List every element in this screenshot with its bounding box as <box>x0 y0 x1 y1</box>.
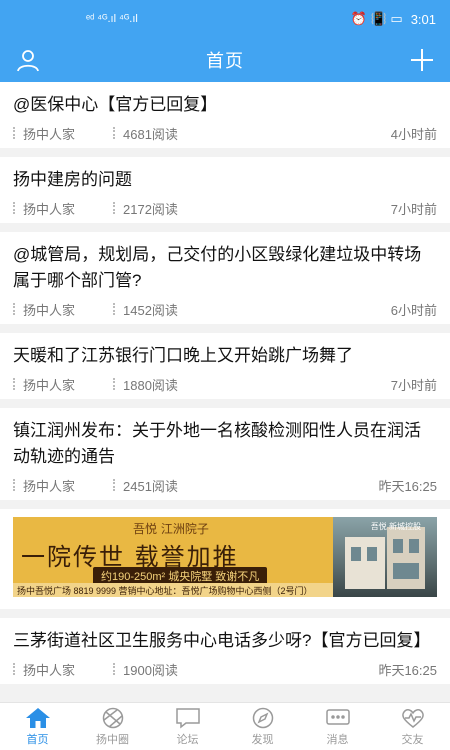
tab-label: 扬中圈 <box>96 733 129 746</box>
tab-yangzhong-circle[interactable]: 扬中圈 <box>75 703 150 750</box>
tab-forum[interactable]: 论坛 <box>150 703 225 750</box>
user-icon[interactable] <box>14 46 42 74</box>
window <box>393 539 403 553</box>
tab-messages[interactable]: 消息 <box>300 703 375 750</box>
post-source: 扬中人家 <box>23 377 76 393</box>
divider <box>113 479 115 491</box>
message-icon <box>325 708 350 725</box>
tab-friends[interactable]: 交友 <box>375 703 450 750</box>
top-bar: ᵉᵈ ⁴ᴳ.ıl ⁴ᴳ.ıl ⏰ 📳 ▭ 3:01 首页 <box>0 0 450 82</box>
post-reads: 1880阅读 <box>123 377 178 393</box>
compass-icon <box>252 707 273 728</box>
post-item[interactable]: 三茅街道社区卫生服务中心电话多少呀?【官方已回复】 扬中人家 1900阅读 昨天… <box>0 618 450 684</box>
nav-bar: 首页 <box>0 38 450 82</box>
window <box>409 539 419 553</box>
post-source: 扬中人家 <box>23 201 76 217</box>
page-title: 首页 <box>206 51 244 71</box>
tab-label: 发现 <box>251 733 274 746</box>
plus-icon[interactable] <box>408 46 436 74</box>
divider <box>13 127 15 139</box>
divider <box>13 378 15 390</box>
divider <box>113 127 115 139</box>
post-source: 扬中人家 <box>23 126 76 142</box>
post-title[interactable]: 天暖和了江苏银行门口晚上又开始跳广场舞了 <box>13 343 437 369</box>
circle-icon <box>102 707 123 728</box>
post-meta: 扬中人家 1452阅读 6小时前 <box>13 294 437 324</box>
divider <box>13 663 15 675</box>
window <box>351 547 361 561</box>
building-block <box>345 537 385 589</box>
divider <box>113 303 115 315</box>
post-title[interactable]: 三茅街道社区卫生服务中心电话多少呀?【官方已回复】 <box>13 628 437 654</box>
divider <box>113 663 115 675</box>
home-icon <box>25 707 50 728</box>
post-feed: @医保中心【官方已回复】 扬中人家 4681阅读 4小时前 扬中建房的问题 扬中… <box>0 82 450 702</box>
post-time: 6小时前 <box>390 302 437 318</box>
post-reads: 2172阅读 <box>123 201 178 217</box>
ad-logo: 吾悦 新城控股 <box>370 522 421 531</box>
ad-card[interactable]: 吾悦 江洲院子 一院传世 载誉加推 约190-250m² 城央院墅 致谢不凡 扬… <box>0 509 450 609</box>
tab-discover[interactable]: 发现 <box>225 703 300 750</box>
signal-indicators: ᵉᵈ ⁴ᴳ.ıl ⁴ᴳ.ıl <box>86 13 138 25</box>
status-bar: ᵉᵈ ⁴ᴳ.ıl ⁴ᴳ.ıl ⏰ 📳 ▭ 3:01 <box>0 0 450 38</box>
divider <box>13 303 15 315</box>
post-item[interactable]: 扬中建房的问题 扬中人家 2172阅读 7小时前 <box>0 157 450 223</box>
tab-label: 论坛 <box>176 733 199 746</box>
post-title[interactable]: @医保中心【官方已回复】 <box>13 92 437 118</box>
post-source: 扬中人家 <box>23 302 76 318</box>
ad-top-text: 吾悦 江洲院子 <box>133 522 209 536</box>
post-source: 扬中人家 <box>23 662 76 678</box>
ad-banner[interactable]: 吾悦 江洲院子 一院传世 载誉加推 约190-250m² 城央院墅 致谢不凡 扬… <box>13 517 437 597</box>
ad-bottom-text: 扬中吾悦广场 8819 9999 营销中心地址：吾悦广场购物中心西侧（2号门） <box>13 583 333 597</box>
status-right: ⏰ 📳 ▭ 3:01 <box>351 11 436 27</box>
post-title[interactable]: @城管局，规划局，己交付的小区毁绿化建垃圾中转场属于哪个部门管? <box>13 242 437 294</box>
post-reads: 4681阅读 <box>123 126 178 142</box>
post-time: 7小时前 <box>390 201 437 217</box>
post-time: 昨天16:25 <box>378 478 437 494</box>
status-icons: ⏰ 📳 ▭ <box>350 11 403 26</box>
post-reads: 2451阅读 <box>123 478 178 494</box>
post-item[interactable]: 天暖和了江苏银行门口晚上又开始跳广场舞了 扬中人家 1880阅读 7小时前 <box>0 333 450 399</box>
tab-label: 交友 <box>401 733 424 746</box>
post-meta: 扬中人家 2172阅读 7小时前 <box>13 193 437 223</box>
ad-building-image: 吾悦 新城控股 <box>333 517 437 597</box>
post-item[interactable]: @医保中心【官方已回复】 扬中人家 4681阅读 4小时前 <box>0 82 450 148</box>
divider <box>13 479 15 491</box>
divider <box>113 202 115 214</box>
post-meta: 扬中人家 2451阅读 昨天16:25 <box>13 470 437 500</box>
signal-text: ᵉᵈ ⁴ᴳ.ıl ⁴ᴳ.ıl <box>86 13 138 25</box>
post-item[interactable]: @城管局，规划局，己交付的小区毁绿化建垃圾中转场属于哪个部门管? 扬中人家 14… <box>0 232 450 324</box>
post-time: 7小时前 <box>390 377 437 393</box>
tab-label: 首页 <box>26 733 49 746</box>
tab-label: 消息 <box>326 733 349 746</box>
bottom-tab-bar: 首页 扬中圈 论坛 发现 消息 交友 <box>0 702 450 750</box>
clock: 3:01 <box>410 11 436 27</box>
chat-icon <box>175 707 200 729</box>
post-reads: 1900阅读 <box>123 662 178 678</box>
divider <box>113 378 115 390</box>
post-meta: 扬中人家 1880阅读 7小时前 <box>13 369 437 399</box>
post-meta: 扬中人家 1900阅读 昨天16:25 <box>13 654 437 684</box>
building-block <box>387 527 425 589</box>
post-meta: 扬中人家 4681阅读 4小时前 <box>13 118 437 148</box>
post-reads: 1452阅读 <box>123 302 178 318</box>
window <box>367 547 377 561</box>
heartbeat-icon <box>401 708 424 728</box>
post-item[interactable]: 镇江润州发布：关于外地一名核酸检测阳性人员在润活动轨迹的通告 扬中人家 2451… <box>0 408 450 500</box>
post-title[interactable]: 镇江润州发布：关于外地一名核酸检测阳性人员在润活动轨迹的通告 <box>13 418 437 470</box>
post-source: 扬中人家 <box>23 478 76 494</box>
post-time: 昨天16:25 <box>378 662 437 678</box>
post-title[interactable]: 扬中建房的问题 <box>13 167 437 193</box>
divider <box>13 202 15 214</box>
post-time: 4小时前 <box>390 126 437 142</box>
window <box>393 563 419 579</box>
tab-home[interactable]: 首页 <box>0 703 75 750</box>
